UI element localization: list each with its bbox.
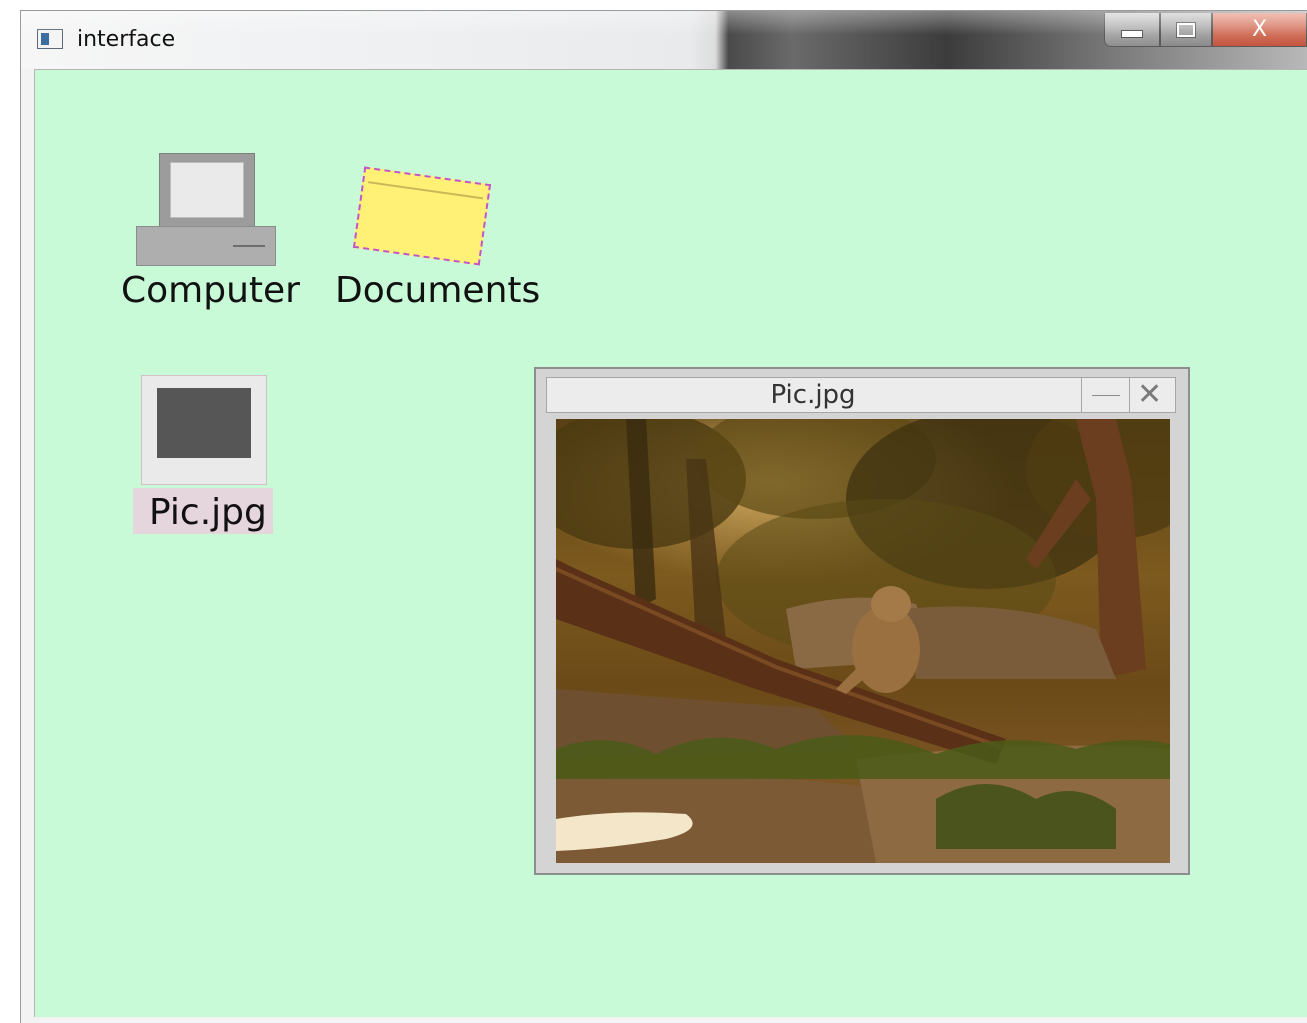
close-icon: ✕ xyxy=(1137,377,1163,412)
desktop-icon-label: Pic.jpg xyxy=(149,492,267,533)
computer-icon xyxy=(159,153,255,227)
window-minimize-button[interactable] xyxy=(1104,13,1160,47)
computer-base xyxy=(136,226,276,266)
window-title-bar[interactable]: interface X xyxy=(21,11,1307,69)
app-window: interface X Computer Documents Pic.jpg P… xyxy=(20,10,1307,1023)
window-maximize-button[interactable] xyxy=(1160,13,1212,47)
maximize-icon xyxy=(1176,21,1196,38)
app-icon xyxy=(37,29,63,49)
viewer-close-button[interactable]: ✕ xyxy=(1129,378,1176,412)
caption-buttons: X xyxy=(1104,13,1307,47)
desktop-area[interactable]: Computer Documents Pic.jpg Pic.jpg ✕ xyxy=(34,69,1307,1017)
viewer-image xyxy=(556,419,1170,863)
image-thumbnail xyxy=(157,388,251,458)
computer-screen xyxy=(170,162,244,218)
close-icon: X xyxy=(1251,17,1268,42)
viewer-minimize-button[interactable] xyxy=(1081,378,1128,412)
image-file-icon xyxy=(141,375,267,485)
viewer-title: Pic.jpg xyxy=(770,380,856,410)
viewer-title-bar[interactable]: Pic.jpg ✕ xyxy=(546,377,1176,413)
computer-slot xyxy=(233,245,265,247)
desktop-icon-label: Documents xyxy=(335,270,541,311)
window-close-button[interactable]: X xyxy=(1212,13,1307,47)
image-viewer-window[interactable]: Pic.jpg ✕ xyxy=(534,367,1190,875)
folder-icon xyxy=(352,166,492,266)
minimize-icon xyxy=(1092,395,1120,396)
desktop-icon-label: Computer xyxy=(121,270,300,311)
folder-tab-line xyxy=(368,181,484,200)
minimize-icon xyxy=(1121,29,1143,38)
photo-bear-in-forest-icon xyxy=(556,419,1170,863)
window-title: interface xyxy=(77,27,176,52)
